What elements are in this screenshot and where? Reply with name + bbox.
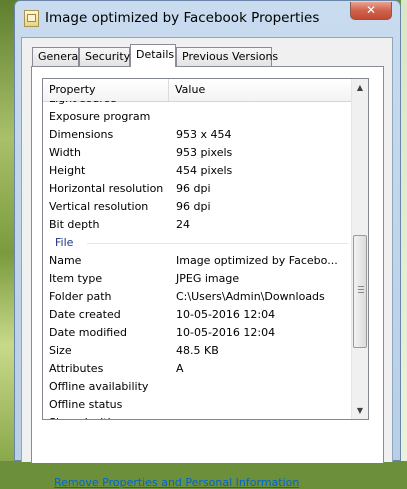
dialog-client: General Security Details Previous Versio… xyxy=(21,37,393,489)
scroll-down-arrow-icon[interactable]: ▼ xyxy=(352,402,368,419)
property-value: C:\Users\Admin\Downloads xyxy=(176,290,325,303)
list-item[interactable]: Size 48.5 KB xyxy=(43,342,352,360)
list-item[interactable]: Shared with xyxy=(43,414,352,419)
list-item[interactable]: Width 953 pixels xyxy=(43,144,352,162)
property-value: A xyxy=(176,362,184,375)
property-value: 10-05-2016 12:04 xyxy=(176,308,276,321)
scrollbar-thumb[interactable] xyxy=(353,235,367,348)
details-list[interactable]: Property Value Light source Exposure prog… xyxy=(42,78,369,420)
list-item[interactable]: Offline availability xyxy=(43,378,352,396)
property-name: Folder path xyxy=(49,290,112,303)
property-name: Shared with xyxy=(49,416,115,419)
list-item[interactable]: Light source xyxy=(43,101,352,108)
property-name: Height xyxy=(49,164,86,177)
property-value: JPEG image xyxy=(176,272,240,285)
property-name: Light source xyxy=(49,101,116,105)
details-panel: Property Value Light source Exposure prog… xyxy=(31,66,384,489)
list-item[interactable]: Name Image optimized by Facebo... xyxy=(43,252,352,270)
group-divider xyxy=(87,243,348,244)
list-item[interactable]: Height 454 pixels xyxy=(43,162,352,180)
property-value: 48.5 KB xyxy=(176,344,219,357)
property-value: 454 pixels xyxy=(176,164,233,177)
remove-properties-link[interactable]: Remove Properties and Personal Informati… xyxy=(54,476,299,489)
list-item[interactable]: Horizontal resolution 96 dpi xyxy=(43,180,352,198)
property-value: 24 xyxy=(176,218,190,231)
property-name: Bit depth xyxy=(49,218,100,231)
property-name: Horizontal resolution xyxy=(49,182,164,195)
list-item[interactable]: Item type JPEG image xyxy=(43,270,352,288)
property-value: 953 x 454 xyxy=(176,128,232,141)
column-header-property[interactable]: Property xyxy=(43,79,169,101)
tab-previous-versions[interactable]: Previous Versions xyxy=(176,47,278,66)
property-name: Vertical resolution xyxy=(49,200,149,213)
grip-line xyxy=(358,289,364,290)
vertical-scrollbar[interactable]: ▲ ▼ xyxy=(351,79,368,419)
property-name: Item type xyxy=(49,272,103,285)
property-name: Attributes xyxy=(49,362,104,375)
list-item[interactable]: Dimensions 953 x 454 xyxy=(43,126,352,144)
close-button[interactable]: ✕ xyxy=(350,2,392,20)
list-item[interactable]: Bit depth 24 xyxy=(43,216,352,234)
tab-security[interactable]: Security xyxy=(79,47,130,66)
title-bar[interactable]: Image optimized by Facebook Properties ✕ xyxy=(15,1,400,37)
property-value: 10-05-2016 12:04 xyxy=(176,326,276,339)
tab-general[interactable]: General xyxy=(32,47,81,66)
grip-line xyxy=(358,292,364,293)
list-item[interactable]: Attributes A xyxy=(43,360,352,378)
list-item[interactable]: Offline status xyxy=(43,396,352,414)
file-icon xyxy=(24,10,39,27)
property-name: Offline status xyxy=(49,398,123,411)
property-name: Width xyxy=(49,146,81,159)
desktop-background-right xyxy=(401,0,407,461)
property-value: 96 dpi xyxy=(176,182,211,195)
list-header: Property Value xyxy=(43,79,352,102)
list-item[interactable]: Date modified 10-05-2016 12:04 xyxy=(43,324,352,342)
properties-window: Image optimized by Facebook Properties ✕… xyxy=(14,0,401,489)
window-title: Image optimized by Facebook Properties xyxy=(45,10,320,26)
property-value: 953 pixels xyxy=(176,146,233,159)
property-name: Date modified xyxy=(49,326,127,339)
list-item[interactable]: Vertical resolution 96 dpi xyxy=(43,198,352,216)
property-name: Offline availability xyxy=(49,380,149,393)
property-name: Size xyxy=(49,344,72,357)
property-name: Date created xyxy=(49,308,121,321)
group-label: File xyxy=(55,236,74,249)
list-item[interactable]: Date created 10-05-2016 12:04 xyxy=(43,306,352,324)
tab-details[interactable]: Details xyxy=(130,44,176,67)
property-name: Exposure program xyxy=(49,110,151,123)
list-item[interactable]: Exposure program xyxy=(43,108,352,126)
property-name: Dimensions xyxy=(49,128,114,141)
property-name: Name xyxy=(49,254,82,267)
column-header-value[interactable]: Value xyxy=(169,79,352,101)
grip-line xyxy=(358,286,364,287)
property-value: Image optimized by Facebo... xyxy=(176,254,338,267)
list-rows: Light source Exposure program Dimensions 95… xyxy=(43,101,352,419)
list-item[interactable]: Folder path C:\Users\Admin\Downloads xyxy=(43,288,352,306)
property-value: 96 dpi xyxy=(176,200,211,213)
scroll-up-arrow-icon[interactable]: ▲ xyxy=(352,79,368,96)
group-header-file[interactable]: File xyxy=(43,234,352,252)
